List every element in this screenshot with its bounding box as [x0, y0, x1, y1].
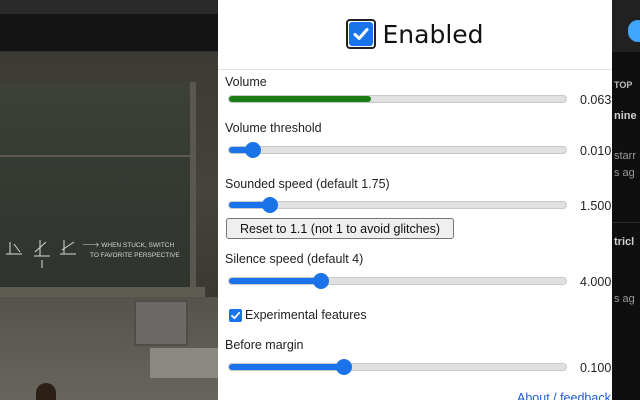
- volume-threshold-slider[interactable]: [228, 142, 567, 158]
- background-account-icon[interactable]: [628, 20, 640, 42]
- background-right-sidebar: [612, 0, 640, 400]
- background-chalk-line-2: TO FAVORITE PERSPECTIVE: [90, 252, 180, 259]
- background-sidebar-channel-1: starr: [614, 150, 636, 162]
- background-door: [134, 300, 188, 346]
- before-margin-label: Before margin: [225, 338, 304, 352]
- before-margin-thumb[interactable]: [336, 359, 353, 375]
- sounded-speed-slider[interactable]: [228, 197, 567, 213]
- before-margin-slider[interactable]: [228, 359, 567, 375]
- sounded-speed-thumb[interactable]: [261, 197, 278, 213]
- background-desk: [150, 348, 218, 378]
- volume-label: Volume: [225, 75, 267, 89]
- background-chalk-line-1: 🡒 WHEN STUCK, SWITCH: [82, 242, 174, 249]
- background-person-head: [36, 383, 56, 400]
- experimental-features-label[interactable]: Experimental features: [245, 308, 367, 322]
- background-page-header: [0, 14, 218, 52]
- header-divider: [218, 69, 612, 70]
- background-sidebar-title-2[interactable]: tricl: [614, 236, 634, 248]
- extension-popup: Enabled Volume 0.063 Volume threshold 0.…: [218, 0, 612, 400]
- checkmark-icon: [231, 311, 241, 320]
- enabled-toggle-row[interactable]: Enabled: [218, 14, 612, 54]
- about-feedback-link[interactable]: About / feedback: [517, 391, 611, 400]
- volume-meter: [228, 95, 567, 103]
- volume-threshold-label: Volume threshold: [225, 121, 322, 135]
- background-sidebar-age-1: s ag: [614, 167, 635, 179]
- background-sidebar-title-1[interactable]: nine: [614, 110, 637, 122]
- volume-threshold-value: 0.010: [580, 144, 612, 158]
- before-margin-fill: [229, 364, 344, 370]
- silence-speed-label: Silence speed (default 4): [225, 252, 364, 266]
- volume-threshold-thumb[interactable]: [244, 142, 261, 158]
- background-sidebar-heading: TOP: [614, 80, 633, 90]
- experimental-features-checkbox[interactable]: [229, 309, 242, 322]
- sounded-speed-label: Sounded speed (default 1.75): [225, 177, 390, 191]
- volume-value: 0.063: [580, 93, 612, 107]
- background-chalk-drawings: 🡒 WHEN STUCK, SWITCH TO FAVORITE PERSPEC…: [6, 240, 180, 268]
- background-chalk-ledge: [0, 287, 205, 297]
- before-margin-value: 0.100: [580, 361, 612, 375]
- background-board-seam: [0, 155, 196, 157]
- silence-speed-slider[interactable]: [228, 273, 567, 289]
- silence-speed-fill: [229, 278, 320, 284]
- sounded-speed-value: 1.500: [580, 199, 612, 213]
- enabled-label[interactable]: Enabled: [382, 20, 483, 49]
- silence-speed-value: 4.000: [580, 275, 612, 289]
- background-sidebar-divider: [612, 222, 640, 223]
- silence-speed-thumb[interactable]: [312, 273, 329, 289]
- background-sidebar-age-2: s ag: [614, 293, 635, 305]
- enabled-checkbox[interactable]: [346, 19, 377, 49]
- reset-speed-button[interactable]: Reset to 1.1 (not 1 to avoid glitches): [226, 218, 454, 239]
- volume-meter-fill: [229, 96, 371, 102]
- checkmark-icon: [349, 22, 374, 46]
